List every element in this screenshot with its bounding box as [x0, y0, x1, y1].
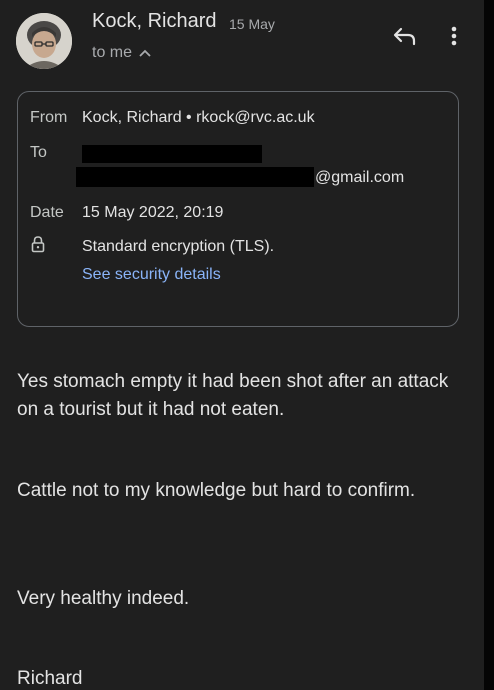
encryption-status: Standard encryption (TLS). [82, 238, 275, 255]
more-options-button[interactable] [444, 22, 464, 50]
redacted-recipient-email [76, 167, 314, 187]
date-label: Date [30, 204, 64, 221]
from-label: From [30, 109, 68, 126]
avatar-photo [16, 13, 72, 69]
message-date: 15 May [229, 16, 275, 32]
reply-button[interactable] [390, 22, 420, 50]
message-paragraph-2: Cattle not to my knowledge but hard to c… [17, 480, 416, 501]
message-paragraph-3: Very healthy indeed. [17, 588, 190, 609]
screen-edge [484, 0, 494, 690]
date-value: 15 May 2022, 20:19 [82, 204, 224, 221]
more-vert-icon [451, 26, 457, 46]
to-label: To [30, 144, 47, 161]
redacted-recipient-name [82, 145, 262, 163]
reply-icon [393, 27, 416, 46]
security-details-link[interactable]: See security details [82, 266, 221, 284]
message-details-card: From Kock, Richard • rkock@rvc.ac.uk To … [17, 91, 459, 327]
sender-avatar[interactable] [16, 13, 72, 69]
sender-name[interactable]: Kock, Richard [92, 10, 217, 33]
recipient-toggle[interactable]: to me [92, 44, 151, 62]
message-paragraph-1: Yes stomach empty it had been shot after… [17, 371, 449, 420]
from-value[interactable]: Kock, Richard • rkock@rvc.ac.uk [82, 109, 315, 127]
lock-icon [31, 236, 45, 253]
email-screen: Kock, Richard 15 May to me From Kock, Ri… [0, 0, 484, 690]
to-value[interactable]: @gmail.com [315, 169, 404, 187]
chevron-up-icon [139, 49, 151, 57]
message-signature: Richard [17, 668, 83, 689]
recipient-summary: to me [92, 44, 133, 61]
